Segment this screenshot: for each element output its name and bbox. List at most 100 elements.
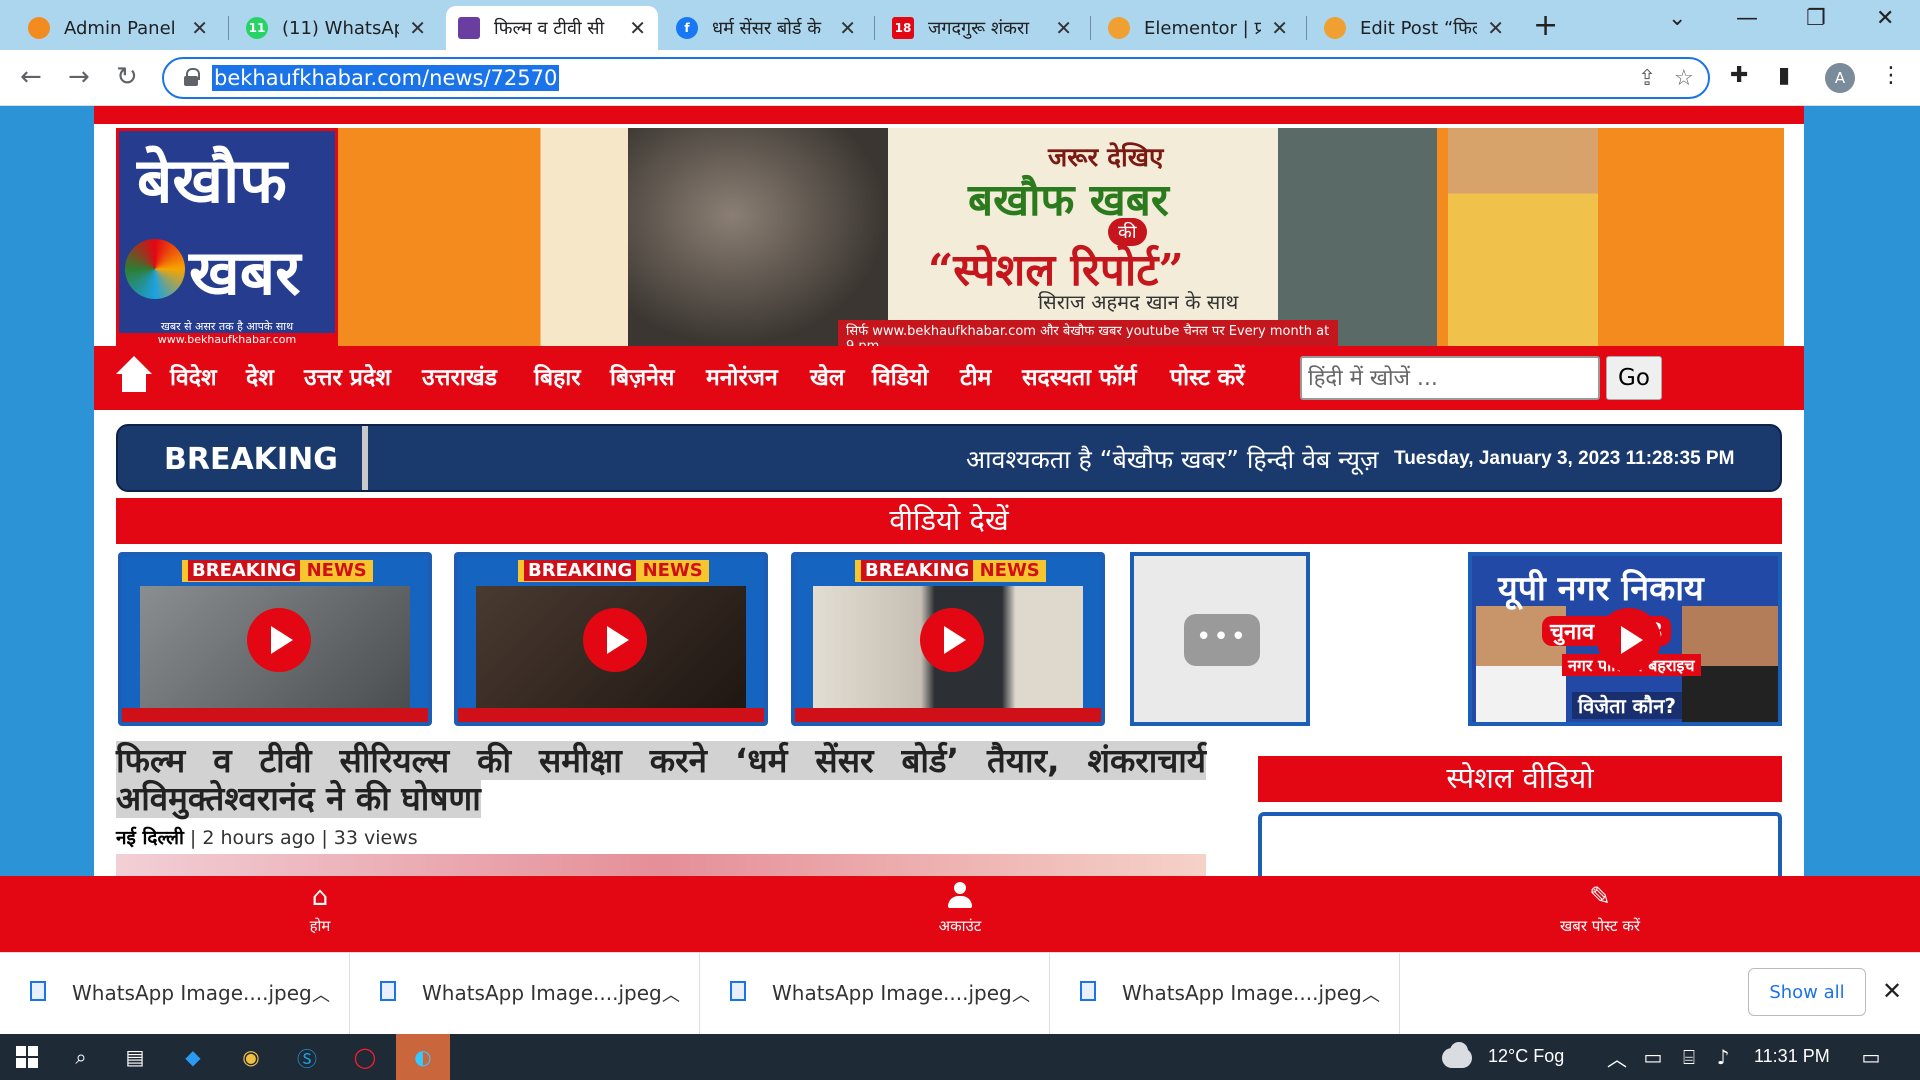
reload-button[interactable]: ↻	[116, 62, 138, 92]
opera-icon[interactable]: ◯	[348, 1040, 382, 1074]
side-panel-icon[interactable]: ▮	[1778, 63, 1790, 88]
nav-item-uttarakhand[interactable]: उत्तराखंड	[422, 360, 497, 392]
download-item[interactable]: WhatsApp Image....jpeg ︿	[0, 953, 350, 1035]
tab-news18[interactable]: 18 जगदगुरू शंकरा ✕	[880, 6, 1084, 50]
elementor-icon	[1108, 17, 1130, 39]
site-logo[interactable]: बेखौफ खबर खबर से असर तक है आपके साथ www.…	[116, 128, 338, 350]
breaking-ticker[interactable]: आवश्यकता है “बेखौफ खबर” हिन्दी वेब न्यूज…	[966, 442, 1386, 476]
nav-item-membership-form[interactable]: सदस्यता फॉर्म	[1022, 360, 1137, 392]
image-file-icon	[730, 981, 746, 1001]
clock-text[interactable]: 11:31 PM	[1754, 1046, 1830, 1067]
minimize-button[interactable]: —	[1736, 6, 1758, 31]
network-icon[interactable]: ⌸	[1672, 1040, 1706, 1074]
chevron-up-icon[interactable]: ︿	[1012, 981, 1030, 1007]
chrome-icon[interactable]: ◉	[234, 1040, 268, 1074]
close-window-button[interactable]: ✕	[1876, 6, 1894, 31]
video-thumbnail-1[interactable]: BREAKING NEWS	[118, 552, 432, 726]
up-thumb-line5: विजेता कौन?	[1572, 692, 1682, 719]
extensions-icon[interactable]: ✚	[1730, 63, 1748, 88]
banner-line6: सिर्फ www.bekhaufkhabar.com और बेखौफ खबर…	[838, 320, 1338, 346]
header-banner[interactable]: जरूर देखिए बखौफ खबर की “स्पेशल रिपोर्ट” …	[338, 128, 1784, 346]
tab-edit-post[interactable]: Edit Post “फिल् ✕	[1312, 6, 1516, 50]
nav-item-khel[interactable]: खेल	[810, 360, 844, 392]
tab-current-article[interactable]: फिल्म व टीवी सी ✕	[446, 6, 658, 50]
close-icon[interactable]: ✕	[1882, 977, 1902, 1005]
play-icon[interactable]	[247, 608, 311, 672]
address-bar[interactable]: bekhaufkhabar.com/news/72570 ⇪ ☆	[162, 57, 1710, 99]
volume-icon[interactable]: ♪	[1706, 1040, 1740, 1074]
close-icon[interactable]: ✕	[409, 16, 426, 40]
notifications-icon[interactable]: ▭	[1854, 1040, 1888, 1074]
chevron-up-icon[interactable]: ︿	[662, 981, 680, 1007]
share-icon[interactable]: ⇪	[1638, 66, 1656, 91]
nav-item-bihar[interactable]: बिहार	[534, 360, 581, 392]
close-icon[interactable]: ✕	[1055, 16, 1072, 40]
close-icon[interactable]: ✕	[629, 16, 646, 40]
video-thumbnail-up-election[interactable]: यूपी नगर निकाय चुनाव 2023 नगर पालिका बहर…	[1468, 552, 1782, 726]
special-video-box[interactable]	[1258, 812, 1782, 876]
search-icon[interactable]: ⌕	[64, 1040, 98, 1074]
browser-toolbar: ← → ↻ bekhaufkhabar.com/news/72570 ⇪ ☆ ✚…	[0, 50, 1920, 106]
chevron-up-icon[interactable]: ︿	[1362, 981, 1380, 1007]
nav-item-uttar-pradesh[interactable]: उत्तर प्रदेश	[304, 360, 391, 392]
download-item[interactable]: WhatsApp Image....jpeg ︿	[350, 953, 700, 1035]
chevron-up-icon[interactable]: ︿	[1600, 1040, 1634, 1074]
nav-item-business[interactable]: बिज़नेस	[610, 360, 674, 392]
tab-facebook[interactable]: f धर्म सेंसर बोर्ड के ✕	[664, 6, 868, 50]
new-tab-button[interactable]: +	[1533, 8, 1558, 43]
restore-button[interactable]: ❐	[1806, 6, 1826, 31]
url-text[interactable]: bekhaufkhabar.com/news/72570	[212, 65, 560, 91]
battery-icon[interactable]: ▭	[1636, 1040, 1670, 1074]
vscode-icon[interactable]: ◆	[176, 1040, 210, 1074]
tab-whatsapp[interactable]: 11 (11) WhatsApp ✕	[234, 6, 438, 50]
menu-icon[interactable]: ⋮	[1880, 63, 1902, 88]
skype-icon[interactable]: Ⓢ	[290, 1040, 324, 1074]
play-icon[interactable]	[583, 608, 647, 672]
search-go-button[interactable]: Go	[1606, 356, 1662, 400]
admin-icon	[28, 17, 50, 39]
nav-item-video[interactable]: विडियो	[872, 360, 928, 392]
close-icon[interactable]: ✕	[839, 16, 856, 40]
bookmark-star-icon[interactable]: ☆	[1674, 66, 1694, 91]
profile-avatar[interactable]: A	[1825, 63, 1855, 93]
chevron-up-icon[interactable]: ︿	[312, 981, 330, 1007]
breaking-datetime: Tuesday, January 3, 2023 11:28:35 PM	[1394, 448, 1735, 469]
logo-tagline: खबर से असर तक है आपके साथ	[160, 320, 294, 333]
bottom-nav-post-news[interactable]: ✎ खबर पोस्ट करें	[1500, 882, 1700, 936]
task-view-icon[interactable]: ▤	[118, 1040, 152, 1074]
edge-icon[interactable]: ◐	[406, 1040, 440, 1074]
nav-item-manoranjan[interactable]: मनोरंजन	[706, 360, 778, 392]
video-thumbnail-2[interactable]: BREAKING NEWS	[454, 552, 768, 726]
weather-text[interactable]: 12°C Fog	[1488, 1046, 1564, 1067]
video-thumbnail-loading[interactable]: •••	[1130, 552, 1310, 726]
close-icon[interactable]: ✕	[1487, 16, 1504, 40]
play-icon[interactable]	[920, 608, 984, 672]
forward-button[interactable]: →	[68, 62, 90, 92]
windows-start-icon[interactable]	[16, 1046, 38, 1068]
show-all-downloads-button[interactable]: Show all	[1748, 968, 1866, 1016]
video-thumbnail-3[interactable]: BREAKING NEWS	[791, 552, 1105, 726]
tab-admin-panel[interactable]: Admin Panel ✕	[16, 6, 220, 50]
nav-item-post[interactable]: पोस्ट करें	[1170, 360, 1245, 392]
weather-cloud-icon[interactable]	[1438, 1042, 1476, 1068]
nav-item-team[interactable]: टीम	[960, 360, 991, 392]
nav-item-desh[interactable]: देश	[246, 360, 274, 392]
play-icon[interactable]	[1597, 608, 1661, 672]
back-button[interactable]: ←	[20, 62, 42, 92]
search-input[interactable]	[1300, 356, 1600, 400]
download-item[interactable]: WhatsApp Image....jpeg ︿	[1050, 953, 1400, 1035]
close-icon[interactable]: ✕	[1271, 16, 1288, 40]
banner-face-image	[628, 128, 888, 346]
tab-elementor[interactable]: Elementor | प्रव ✕	[1096, 6, 1300, 50]
download-item[interactable]: WhatsApp Image....jpeg ︿	[700, 953, 1050, 1035]
bottom-nav-account[interactable]: अकाउंट	[860, 882, 1060, 936]
close-icon[interactable]: ✕	[191, 16, 208, 40]
breaking-news-tag: BREAKING NEWS	[182, 560, 373, 582]
nav-item-videsh[interactable]: विदेश	[170, 360, 217, 392]
home-icon[interactable]	[114, 354, 154, 394]
bottom-nav-home[interactable]: ⌂ होम	[220, 882, 420, 936]
lock-icon[interactable]	[184, 68, 200, 86]
facebook-icon: f	[676, 17, 698, 39]
logo-domain: www.bekhaufkhabar.com	[119, 333, 335, 346]
tab-search-icon[interactable]: ⌄	[1668, 6, 1686, 31]
